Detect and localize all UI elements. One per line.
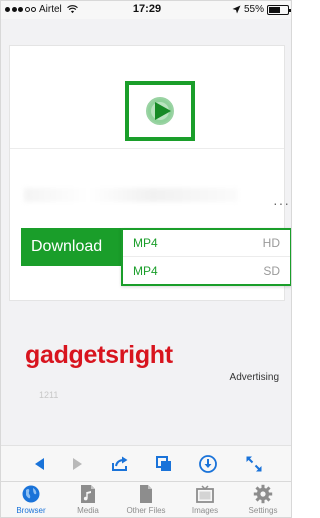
tab-label: Other Files <box>126 506 166 515</box>
format-option-mp4-hd[interactable]: MP4 HD <box>123 230 290 257</box>
ad-number: 1211 <box>39 390 59 400</box>
tab-browser[interactable]: Browser <box>5 484 57 515</box>
advertising-label[interactable]: Advertising <box>230 372 279 383</box>
copy-icon[interactable] <box>155 455 173 473</box>
music-file-icon <box>81 485 95 503</box>
share-icon[interactable] <box>111 455 129 473</box>
gear-icon <box>253 484 273 504</box>
forward-arrow-icon[interactable] <box>68 455 86 473</box>
globe-icon <box>22 485 40 503</box>
format-name: MP4 <box>133 263 158 278</box>
more-dots-icon[interactable]: ··· <box>273 195 290 211</box>
watermark-text: gadgetsright <box>25 341 173 369</box>
tab-label: Browser <box>16 506 46 515</box>
tab-label: Settings <box>248 506 278 515</box>
location-arrow-icon <box>232 5 241 14</box>
battery-icon <box>267 4 291 15</box>
format-option-mp4-sd[interactable]: MP4 SD <box>123 257 290 284</box>
format-name: MP4 <box>133 236 158 250</box>
app-screen: Airtel 17:29 55% ··· Download MP4 HD MP4… <box>0 0 292 518</box>
format-quality: HD <box>262 236 280 250</box>
file-icon <box>140 485 152 503</box>
status-bar: Airtel 17:29 55% <box>1 1 291 19</box>
format-dropdown: MP4 HD MP4 SD <box>121 228 291 286</box>
blurred-video-title <box>24 188 238 202</box>
video-play-icon <box>146 97 174 125</box>
video-thumbnail[interactable] <box>125 81 195 141</box>
tab-label: Media <box>77 506 99 515</box>
tab-bar: Browser Media Other Files Images Setting… <box>1 481 291 517</box>
status-right: 55% <box>232 4 291 15</box>
tab-label: Images <box>191 506 219 515</box>
images-icon <box>196 485 214 503</box>
tab-media[interactable]: Media <box>62 484 114 515</box>
tab-images[interactable]: Images <box>179 484 231 515</box>
browser-toolbar <box>1 445 291 481</box>
back-arrow-icon[interactable] <box>31 455 49 473</box>
tab-other-files[interactable]: Other Files <box>120 484 172 515</box>
fullscreen-icon[interactable] <box>245 455 263 473</box>
battery-percent: 55% <box>243 4 264 15</box>
download-button[interactable]: Download <box>21 228 123 266</box>
tab-settings[interactable]: Settings <box>237 484 289 515</box>
card-divider <box>10 148 284 149</box>
download-label: Download <box>31 238 103 255</box>
format-quality: SD <box>263 263 280 278</box>
download-icon[interactable] <box>199 455 217 473</box>
